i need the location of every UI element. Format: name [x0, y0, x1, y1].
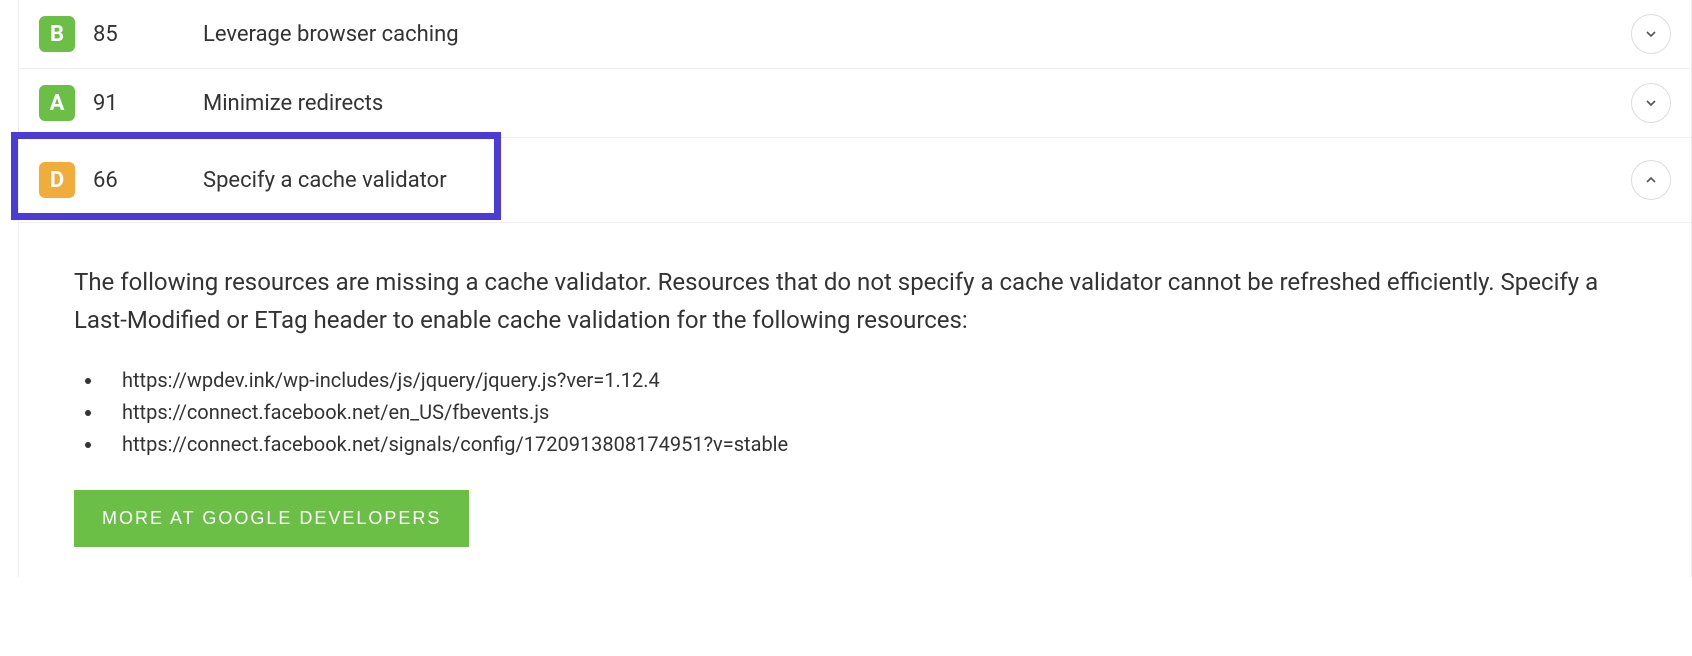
- details-description: The following resources are missing a ca…: [74, 263, 1636, 340]
- rule-row-minimize-redirects[interactable]: A 91 Minimize redirects: [19, 69, 1691, 138]
- rule-score: 85: [93, 22, 153, 47]
- grade-badge: B: [39, 16, 75, 52]
- rule-title: Minimize redirects: [203, 91, 1631, 116]
- resource-list: https://wpdev.ink/wp-includes/js/jquery/…: [74, 364, 1636, 460]
- rule-title: Specify a cache validator: [203, 168, 1631, 193]
- rule-row-leverage-browser-caching[interactable]: B 85 Leverage browser caching: [19, 0, 1691, 69]
- rules-panel: B 85 Leverage browser caching A 91 Minim…: [18, 0, 1692, 577]
- rule-score: 66: [93, 168, 153, 193]
- rule-row-specify-cache-validator[interactable]: D 66 Specify a cache validator: [19, 138, 1691, 223]
- resource-item: https://connect.facebook.net/en_US/fbeve…: [104, 396, 1636, 428]
- resource-item: https://connect.facebook.net/signals/con…: [104, 428, 1636, 460]
- chevron-up-icon[interactable]: [1631, 160, 1671, 200]
- chevron-down-icon[interactable]: [1631, 14, 1671, 54]
- more-at-google-developers-button[interactable]: MORE AT GOOGLE DEVELOPERS: [74, 490, 469, 547]
- grade-badge: D: [39, 162, 75, 198]
- resource-item: https://wpdev.ink/wp-includes/js/jquery/…: [104, 364, 1636, 396]
- grade-badge: A: [39, 85, 75, 121]
- rule-score: 91: [93, 91, 153, 116]
- chevron-down-icon[interactable]: [1631, 83, 1671, 123]
- rule-details: The following resources are missing a ca…: [19, 223, 1691, 577]
- rule-title: Leverage browser caching: [203, 22, 1631, 47]
